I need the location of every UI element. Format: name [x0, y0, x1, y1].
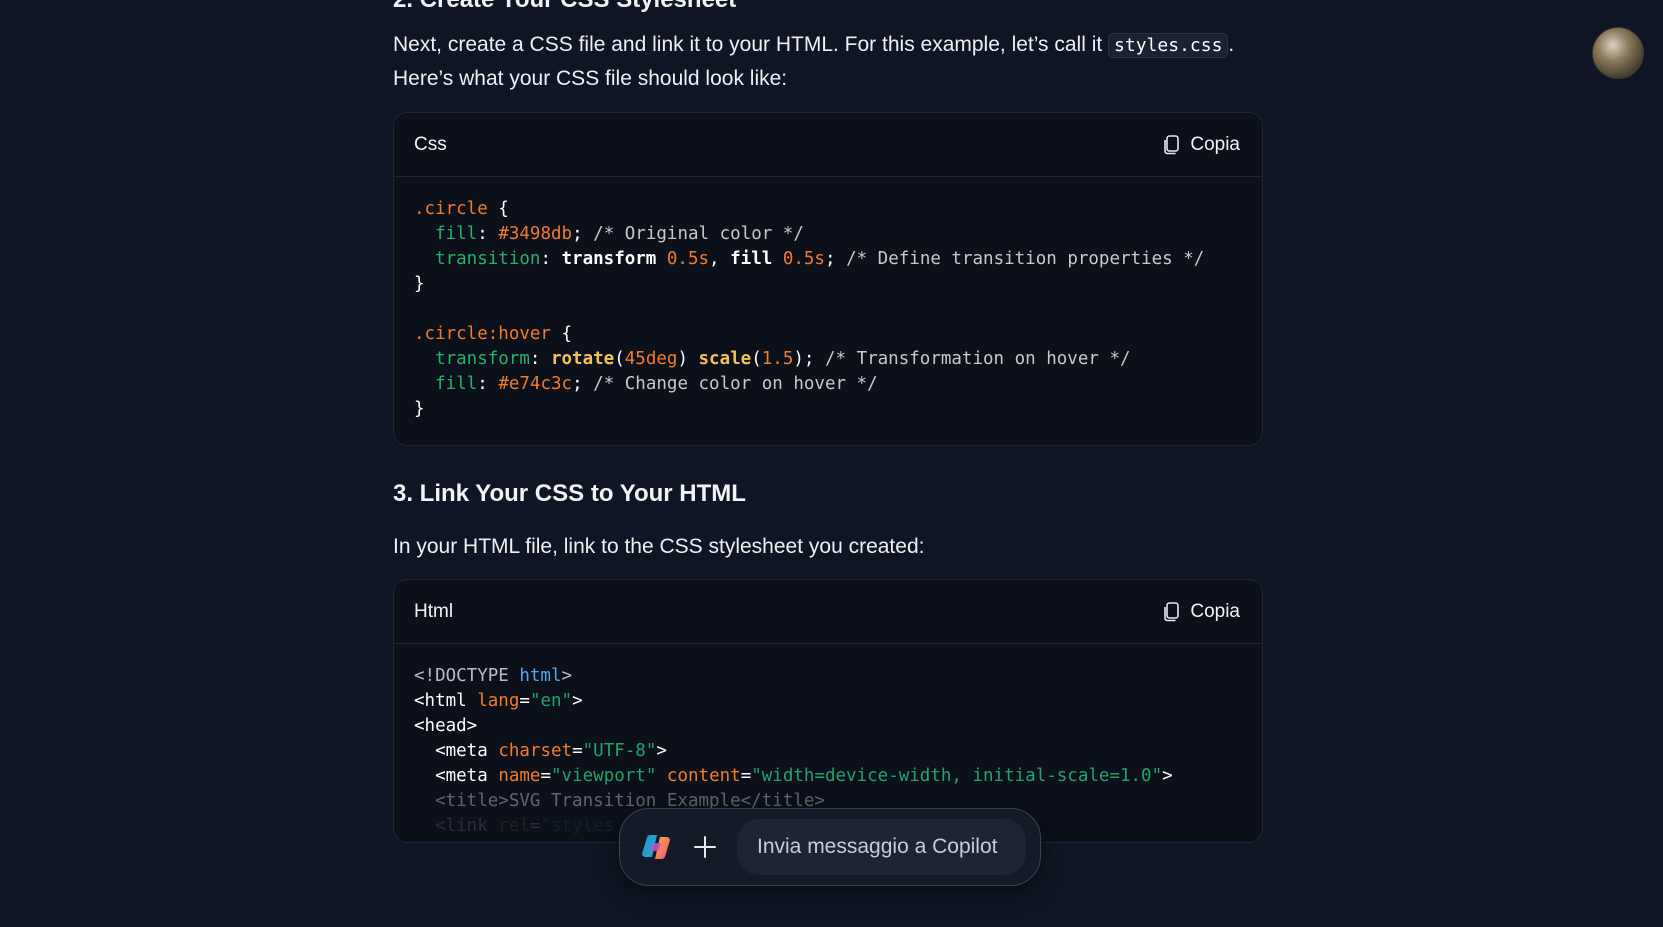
message-composer	[619, 808, 1041, 886]
code-block-header: Css Copia	[394, 113, 1262, 177]
plus-icon	[694, 836, 716, 858]
copy-icon	[1164, 601, 1180, 621]
section-heading-2: 2. Create Your CSS Stylesheet	[393, 0, 736, 14]
para-text-2: .	[1228, 33, 1235, 56]
user-avatar[interactable]	[1592, 27, 1644, 79]
para-text-1: Next, create a CSS file and link it to y…	[393, 33, 1109, 56]
para-text: In your HTML file, link to the CSS style…	[393, 535, 925, 558]
copilot-logo-icon	[642, 835, 670, 859]
copy-button[interactable]: Copia	[1162, 601, 1240, 623]
css-code: .circle { fill: #3498db; /* Original col…	[414, 199, 1205, 419]
section2-paragraph: Next, create a CSS file and link it to y…	[393, 28, 1263, 95]
copy-label: Copia	[1190, 600, 1240, 622]
copy-button[interactable]: Copia	[1162, 134, 1240, 156]
code-language-label: Css	[414, 133, 447, 155]
css-code-block: Css Copia .circle { fill: #3498db; /* Or…	[393, 112, 1263, 446]
copy-label: Copia	[1190, 133, 1240, 155]
section3-paragraph: In your HTML file, link to the CSS style…	[393, 530, 1263, 563]
section-heading-3: 3. Link Your CSS to Your HTML	[393, 480, 746, 507]
inline-code-filename: styles.css	[1108, 33, 1229, 58]
html-code-block: Html Copia <!DOCTYPE html> <html lang="e…	[393, 579, 1263, 843]
message-input[interactable]	[737, 819, 1026, 875]
copy-icon	[1164, 134, 1180, 154]
code-block-header: Html Copia	[394, 580, 1262, 644]
para-text-3: Here’s what your CSS file should look li…	[393, 67, 788, 90]
code-language-label: Html	[414, 600, 454, 622]
add-attachment-button[interactable]	[687, 829, 723, 865]
